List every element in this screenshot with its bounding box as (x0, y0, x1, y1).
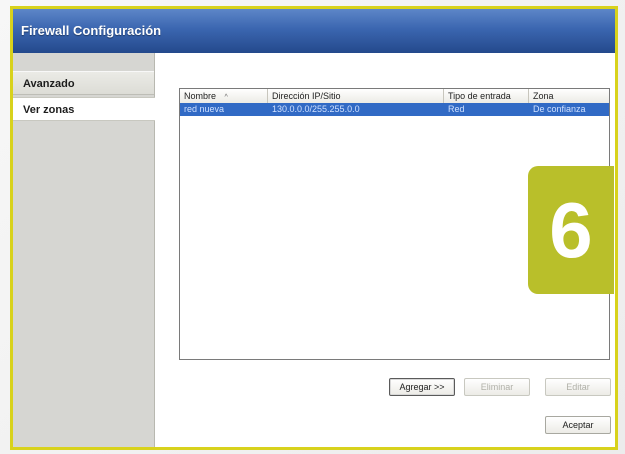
window-titlebar: Firewall Configuración (13, 9, 615, 54)
edit-button[interactable]: Editar (545, 378, 611, 396)
sort-arrow-icon: ^ (224, 94, 228, 101)
screenshot-stage: Firewall Configuración Avanzado Ver zona… (0, 0, 625, 454)
sidebar-item-avanzado[interactable]: Avanzado (13, 71, 154, 95)
row-address: 130.0.0.0/255.255.0.0 (272, 104, 360, 114)
sidebar-item-label: Ver zonas (23, 104, 75, 116)
sidebar-item-label: Avanzado (23, 78, 75, 90)
row-type: Red (448, 104, 465, 114)
column-header-direccion[interactable]: Dirección IP/Sitio (268, 89, 444, 103)
window-title: Firewall Configuración (21, 23, 162, 38)
add-button[interactable]: Agregar >> (389, 378, 455, 396)
sidebar-item-ver-zonas[interactable]: Ver zonas (13, 97, 159, 121)
step-number: 6 (549, 186, 593, 274)
column-header-nombre[interactable]: Nombre ^ (180, 89, 268, 103)
row-zone: De confianza (533, 104, 586, 114)
remove-button[interactable]: Eliminar (464, 378, 530, 396)
table-row[interactable]: red nueva 130.0.0.0/255.255.0.0 Red De c… (180, 103, 609, 116)
sidebar: Avanzado Ver zonas (13, 53, 159, 447)
step-badge: 6 (528, 166, 614, 294)
accept-button[interactable]: Aceptar (545, 416, 611, 434)
column-header-tipo[interactable]: Tipo de entrada (444, 89, 529, 103)
list-header: Nombre ^ Dirección IP/Sitio Tipo de entr… (180, 89, 609, 104)
column-header-zona[interactable]: Zona (529, 89, 609, 103)
firewall-config-window: Firewall Configuración Avanzado Ver zona… (10, 6, 618, 450)
row-name: red nueva (184, 104, 225, 114)
